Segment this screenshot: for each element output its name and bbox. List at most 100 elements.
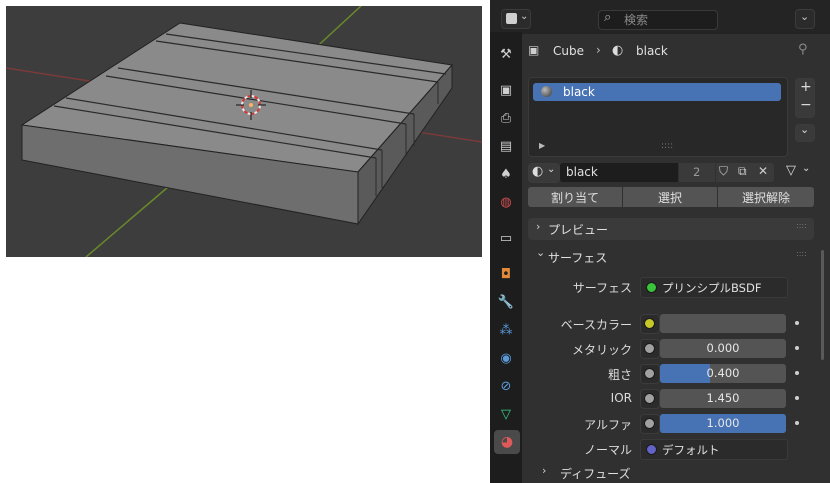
input-link-button[interactable] (640, 339, 660, 359)
tab-object[interactable]: ◘ (496, 264, 516, 284)
drag-grip-icon[interactable]: :::: (796, 249, 807, 258)
surface-shader-value: プリンシプルBSDF (662, 281, 762, 295)
particles-icon: ⁂ (499, 322, 513, 338)
fake-user-shield-icon[interactable]: ⛉ (719, 164, 728, 179)
shader-socket-icon (646, 282, 657, 293)
tab-material[interactable]: ◕ (494, 430, 520, 454)
diffuse-subpanel-header[interactable]: › ディフューズ (528, 462, 814, 483)
normal-input-selector[interactable]: デフォルト (640, 439, 788, 460)
input-link-button[interactable] (640, 389, 660, 409)
scrollbar[interactable] (821, 250, 824, 360)
socket-icon (644, 318, 655, 329)
tab-modifiers[interactable]: 🔧 (496, 292, 516, 312)
breadcrumb-separator: › (596, 43, 601, 57)
object-icon: ▣ (528, 43, 540, 57)
keyframe-dot-icon[interactable] (795, 396, 799, 400)
tab-physics[interactable]: ◉ (496, 348, 516, 368)
surface-section-title: サーフェス (548, 251, 608, 265)
viewport-scene (6, 6, 482, 257)
output-icon: ⎙ (500, 110, 512, 126)
breadcrumb: ▣ Cube › ◐ black ⚲ (528, 42, 818, 60)
material-icon: ◕ (500, 434, 514, 450)
socket-icon (644, 393, 655, 404)
property-label: アルファ (584, 418, 632, 432)
3d-viewport[interactable] (6, 6, 482, 257)
object-icon: ◘ (500, 266, 512, 282)
tab-render[interactable]: ▣ (496, 80, 516, 100)
link-dropdown[interactable]: ▽ ⌄ (784, 163, 814, 181)
input-link-button[interactable] (640, 364, 660, 384)
keyframe-dot-icon[interactable] (795, 421, 799, 425)
normal-label: ノーマル (583, 443, 632, 457)
diffuse-section-title: ディフューズ (560, 467, 631, 481)
drag-grip-icon[interactable]: :::: (796, 221, 807, 230)
editor-type-dropdown[interactable]: ⌄ (501, 9, 531, 29)
input-link-button[interactable] (640, 314, 660, 334)
socket-icon (644, 368, 655, 379)
add-slot-button[interactable]: + (800, 79, 812, 95)
tab-tool[interactable]: ⚒ (496, 44, 516, 64)
browse-material-button[interactable]: ◐ ⌄ (528, 163, 560, 183)
base-color-field[interactable] (660, 314, 786, 333)
user-count-field[interactable]: 2 (679, 163, 715, 182)
keyframe-dot-icon[interactable] (795, 371, 799, 375)
render-icon: ▣ (499, 82, 513, 98)
keyframe-dot-icon[interactable] (795, 346, 799, 350)
chevron-right-icon: › (542, 464, 547, 477)
tab-world[interactable]: ◍ (496, 192, 516, 212)
surface-panel-header[interactable]: ⌄ サーフェス :::: (528, 245, 814, 267)
y-axis-line (85, 175, 182, 257)
vector-socket-icon (646, 444, 657, 455)
resize-grip-icon[interactable]: :::: (661, 141, 673, 151)
options-dropdown[interactable]: ⌄ (795, 9, 815, 29)
surface-shader-selector[interactable]: プリンシプルBSDF (640, 277, 788, 298)
tab-particles[interactable]: ⁂ (496, 320, 516, 340)
duplicate-icon[interactable]: ⧉ (738, 164, 747, 179)
socket-icon (644, 343, 655, 354)
assign-button[interactable]: 割り当て (528, 187, 622, 207)
preview-panel-header[interactable]: › プレビュー :::: (528, 218, 814, 240)
search-input[interactable] (598, 10, 718, 30)
material-name: black (566, 165, 598, 179)
world-icon: ◍ (500, 194, 512, 210)
chevron-down-icon: ⌄ (520, 11, 529, 22)
alpha-slider[interactable]: 1.000 (660, 414, 786, 433)
input-link-button[interactable] (640, 414, 660, 434)
tab-data[interactable]: ▽ (496, 404, 516, 424)
close-icon[interactable]: ✕ (758, 164, 768, 178)
tab-collection[interactable]: ▭ (496, 228, 516, 248)
material-icon: ◐ (612, 43, 624, 58)
list-item[interactable]: black (533, 83, 781, 101)
material-icon: ◐ (532, 164, 544, 179)
tab-view-layer[interactable]: ▤ (496, 136, 516, 156)
search-icon: ⌕ (604, 10, 612, 25)
wrench-icon: 🔧 (497, 294, 515, 310)
slot-specials-dropdown[interactable]: ⌄ (795, 123, 815, 142)
ior-field[interactable]: 1.450 (660, 389, 786, 408)
expand-arrow-icon[interactable]: ▶ (539, 141, 545, 150)
material-sphere-icon (541, 86, 552, 97)
metallic-slider[interactable]: 0.000 (660, 339, 786, 358)
scene-icon: ♠ (500, 166, 512, 182)
chevron-down-icon: ⌄ (800, 10, 810, 23)
roughness-slider[interactable]: 0.400 (660, 364, 786, 383)
keyframe-dot-icon[interactable] (795, 321, 799, 325)
socket-icon (644, 418, 655, 429)
material-name-field[interactable]: black (560, 163, 678, 182)
tab-output[interactable]: ⎙ (496, 108, 516, 128)
property-label: ベースカラー (560, 318, 632, 332)
property-label: メタリック (571, 343, 632, 357)
tab-constraints[interactable]: ⊘ (496, 376, 516, 396)
chevron-down-icon: ⌄ (800, 123, 810, 136)
tab-scene[interactable]: ♠ (496, 164, 516, 184)
physics-icon: ◉ (500, 350, 512, 366)
chevron-down-icon: ⌄ (547, 164, 556, 175)
pin-icon[interactable]: ⚲ (798, 42, 808, 57)
mesh-link-icon: ▽ (786, 163, 796, 178)
remove-slot-button[interactable]: − (800, 97, 812, 113)
slot-name: black (563, 85, 595, 99)
deselect-button[interactable]: 選択解除 (718, 187, 814, 207)
property-label: 粗さ (607, 368, 632, 382)
chevron-down-icon: ⌄ (802, 163, 811, 174)
select-button[interactable]: 選択 (623, 187, 717, 207)
